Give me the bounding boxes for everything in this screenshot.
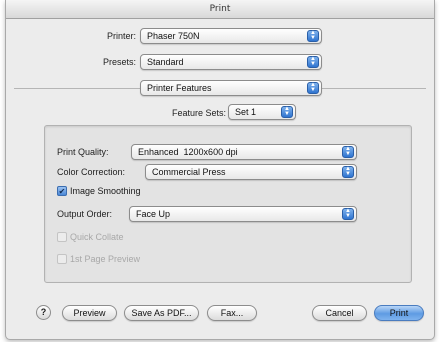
preview-button[interactable]: Preview bbox=[62, 305, 117, 321]
quick-collate-label: Quick Collate bbox=[70, 232, 124, 242]
checkmark-icon: ✔ bbox=[58, 187, 66, 196]
color-correction-popup[interactable]: Commercial Press ▲ ▼ bbox=[145, 164, 357, 180]
first-page-preview-checkbox bbox=[57, 254, 67, 264]
feature-sets-label: Feature Sets: bbox=[171, 108, 226, 118]
output-order-label: Output Order: bbox=[57, 209, 113, 219]
section-popup[interactable]: Printer Features ▲ ▼ bbox=[140, 80, 322, 96]
window-title: Print bbox=[6, 0, 434, 19]
printer-popup[interactable]: Phaser 750N ▲ ▼ bbox=[140, 28, 322, 44]
updown-arrows-icon: ▲ ▼ bbox=[307, 82, 319, 94]
cancel-button[interactable]: Cancel bbox=[312, 305, 367, 321]
feature-sets-value: Set 1 bbox=[235, 107, 257, 117]
image-smoothing-label: Image Smoothing bbox=[70, 186, 141, 196]
save-as-pdf-button[interactable]: Save As PDF... bbox=[124, 305, 199, 321]
section-value: Printer Features bbox=[147, 83, 212, 93]
features-panel: Print Quality: Enhanced 1200x600 dpi ▲ ▼ … bbox=[44, 125, 412, 283]
updown-arrows-icon: ▲ ▼ bbox=[281, 106, 293, 118]
updown-arrows-icon: ▲ ▼ bbox=[307, 30, 319, 42]
image-smoothing-checkbox[interactable]: ✔ bbox=[57, 186, 67, 196]
color-correction-value: Commercial Press bbox=[152, 167, 226, 177]
print-button[interactable]: Print bbox=[374, 305, 424, 321]
presets-value: Standard bbox=[147, 57, 184, 67]
presets-popup[interactable]: Standard ▲ ▼ bbox=[140, 54, 322, 70]
print-quality-popup[interactable]: Enhanced 1200x600 dpi ▲ ▼ bbox=[131, 144, 357, 160]
color-correction-label: Color Correction: bbox=[57, 167, 126, 177]
print-dialog: Print Printer: Phaser 750N ▲ ▼ Presets: S… bbox=[5, 0, 435, 340]
quick-collate-checkbox bbox=[57, 232, 67, 242]
fax-button[interactable]: Fax... bbox=[207, 305, 257, 321]
printer-label: Printer: bbox=[106, 31, 136, 41]
feature-sets-popup[interactable]: Set 1 ▲ ▼ bbox=[228, 104, 296, 120]
updown-arrows-icon: ▲ ▼ bbox=[342, 146, 354, 158]
output-order-popup[interactable]: Face Up ▲ ▼ bbox=[129, 206, 357, 222]
printer-value: Phaser 750N bbox=[147, 31, 200, 41]
updown-arrows-icon: ▲ ▼ bbox=[307, 56, 319, 68]
first-page-preview-label: 1st Page Preview bbox=[70, 254, 141, 264]
help-button[interactable]: ? bbox=[36, 305, 51, 320]
updown-arrows-icon: ▲ ▼ bbox=[342, 208, 354, 220]
output-order-value: Face Up bbox=[136, 209, 171, 219]
updown-arrows-icon: ▲ ▼ bbox=[342, 166, 354, 178]
print-quality-label: Print Quality: bbox=[57, 147, 109, 157]
presets-label: Presets: bbox=[102, 57, 136, 67]
print-quality-value: Enhanced 1200x600 dpi bbox=[138, 147, 238, 157]
